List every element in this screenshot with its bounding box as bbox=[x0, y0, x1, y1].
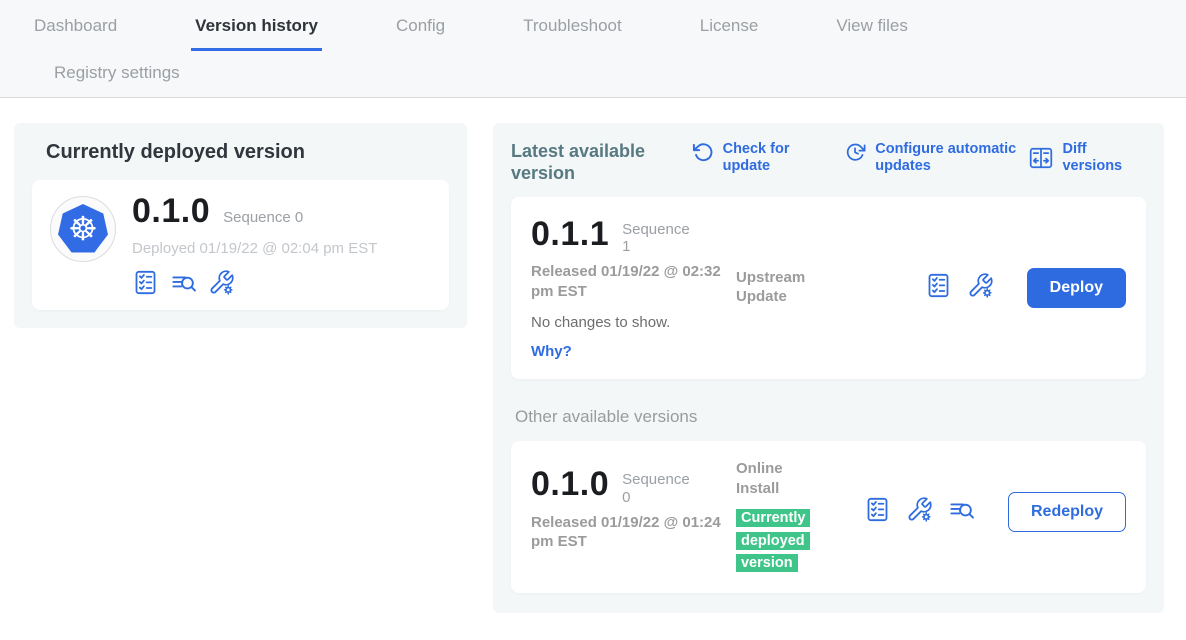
nav-tab-row-1: Dashboard Version history Config Trouble… bbox=[0, 16, 1186, 51]
edit-config-icon[interactable] bbox=[208, 269, 235, 296]
deploy-button[interactable]: Deploy bbox=[1027, 268, 1126, 308]
redeploy-button[interactable]: Redeploy bbox=[1008, 492, 1126, 532]
tab-view-files[interactable]: View files bbox=[832, 16, 912, 51]
currently-deployed-panel: Currently deployed version ☸ 0.1.0 Seque… bbox=[14, 123, 467, 328]
preflight-checklist-icon[interactable] bbox=[864, 496, 891, 528]
diff-icon bbox=[1028, 145, 1054, 171]
nav-tab-row-2: Registry settings bbox=[0, 51, 1186, 97]
currently-deployed-title: Currently deployed version bbox=[46, 141, 449, 164]
why-link[interactable]: Why? bbox=[531, 343, 572, 360]
latest-sequence-label: Sequence 1 bbox=[622, 221, 692, 256]
other-sequence-label: Sequence 0 bbox=[622, 471, 692, 506]
main-content: Currently deployed version ☸ 0.1.0 Seque… bbox=[0, 98, 1186, 613]
other-version-number: 0.1.0 bbox=[531, 465, 609, 504]
kubernetes-logo: ☸ bbox=[50, 196, 116, 262]
configure-automatic-updates-link[interactable]: Configure automatic updates bbox=[844, 141, 1028, 174]
latest-version-card: 0.1.1 Sequence 1 Released 01/19/22 @ 02:… bbox=[511, 197, 1146, 380]
check-for-update-label: Check for update bbox=[723, 141, 811, 174]
deployed-version-card: ☸ 0.1.0 Sequence 0 Deployed 01/19/22 @ 0… bbox=[32, 180, 449, 310]
tab-troubleshoot[interactable]: Troubleshoot bbox=[519, 16, 626, 51]
latest-source-label: Upstream Update bbox=[736, 268, 816, 307]
currently-deployed-badge: Currently deployed version bbox=[736, 509, 810, 572]
no-changes-text: No changes to show. bbox=[531, 314, 736, 331]
schedule-update-icon bbox=[844, 141, 867, 174]
tab-dashboard[interactable]: Dashboard bbox=[30, 16, 121, 51]
other-released-timestamp: Released 01/19/22 @ 01:24 pm EST bbox=[531, 513, 721, 552]
diff-versions-link[interactable]: Diff versions bbox=[1028, 141, 1146, 174]
configure-automatic-updates-label: Configure automatic updates bbox=[875, 141, 1028, 174]
deployed-sequence-label: Sequence 0 bbox=[223, 209, 303, 226]
edit-config-icon[interactable] bbox=[906, 496, 933, 528]
latest-released-timestamp: Released 01/19/22 @ 02:32 pm EST bbox=[531, 262, 721, 301]
preflight-checklist-icon[interactable] bbox=[925, 272, 952, 304]
top-navigation: Dashboard Version history Config Trouble… bbox=[0, 0, 1186, 98]
deployed-version-number: 0.1.0 bbox=[132, 192, 210, 231]
preflight-checklist-icon[interactable] bbox=[132, 269, 159, 296]
tab-config[interactable]: Config bbox=[392, 16, 449, 51]
deployed-timestamp: Deployed 01/19/22 @ 02:04 pm EST bbox=[132, 240, 377, 257]
latest-available-panel: Latest available version Check for updat… bbox=[493, 123, 1164, 613]
other-version-card: 0.1.0 Sequence 0 Released 01/19/22 @ 01:… bbox=[511, 441, 1146, 593]
tab-registry-settings[interactable]: Registry settings bbox=[50, 63, 184, 82]
diff-versions-label: Diff versions bbox=[1062, 141, 1146, 174]
tab-version-history[interactable]: Version history bbox=[191, 16, 322, 51]
install-type-label: Online Install bbox=[736, 459, 816, 498]
latest-version-number: 0.1.1 bbox=[531, 215, 609, 254]
refresh-icon bbox=[692, 141, 715, 174]
deploy-logs-icon[interactable] bbox=[948, 496, 975, 528]
latest-available-title: Latest available version bbox=[511, 141, 658, 185]
check-for-update-link[interactable]: Check for update bbox=[692, 141, 811, 174]
tab-license[interactable]: License bbox=[696, 16, 763, 51]
deploy-logs-icon[interactable] bbox=[170, 269, 197, 296]
latest-available-header: Latest available version Check for updat… bbox=[511, 141, 1146, 185]
edit-config-icon[interactable] bbox=[967, 272, 994, 304]
other-available-versions-title: Other available versions bbox=[515, 407, 1146, 427]
